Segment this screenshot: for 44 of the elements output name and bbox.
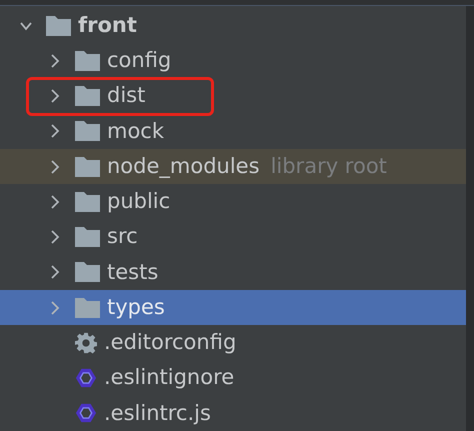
chevron-right-icon[interactable] xyxy=(49,124,61,138)
folder-icon xyxy=(75,298,100,318)
item-name: .eslintrc.js xyxy=(104,400,211,427)
tree-row[interactable]: src xyxy=(0,220,466,255)
item-name: .eslintignore xyxy=(104,364,234,392)
chevron-right-icon[interactable] xyxy=(49,160,61,174)
folder-icon xyxy=(75,227,100,248)
chevron-right-icon[interactable] xyxy=(49,230,61,244)
item-name: mock xyxy=(107,118,164,145)
tree-row[interactable]: public xyxy=(0,184,466,220)
tree-row[interactable]: front xyxy=(0,8,466,44)
tree-row[interactable]: .eslintignore xyxy=(0,360,466,396)
folder-icon xyxy=(75,262,100,282)
folder-icon xyxy=(75,192,100,212)
item-name: dist xyxy=(107,82,146,110)
folder-icon xyxy=(75,50,100,71)
tree-row[interactable]: mock xyxy=(0,114,466,149)
item-name: front xyxy=(78,12,137,39)
folder-icon xyxy=(75,121,100,142)
chevron-right-icon[interactable] xyxy=(49,265,61,280)
hexagon-icon xyxy=(75,367,97,390)
tree-row[interactable]: types xyxy=(0,290,466,326)
folder-icon xyxy=(75,156,100,177)
tree-row[interactable]: .editorconfig xyxy=(0,325,466,360)
tree-row[interactable]: config xyxy=(0,43,466,78)
item-note: library root xyxy=(270,152,387,180)
item-name: types xyxy=(107,294,165,321)
item-name: .editorconfig xyxy=(104,329,236,356)
tree-row[interactable]: node_modules library root xyxy=(0,149,466,184)
chevron-right-icon[interactable] xyxy=(49,89,61,104)
item-name: node_modules xyxy=(107,152,260,180)
folder-icon xyxy=(46,16,71,36)
gear-icon xyxy=(75,332,97,354)
chevron-right-icon[interactable] xyxy=(49,194,61,209)
item-name: public xyxy=(107,188,170,216)
item-name: config xyxy=(107,47,172,74)
folder-icon xyxy=(75,86,100,106)
item-name: src xyxy=(107,223,138,250)
tree-row[interactable]: .eslintrc.js xyxy=(0,396,466,431)
item-name: tests xyxy=(107,258,158,286)
chevron-right-icon[interactable] xyxy=(49,54,61,68)
tree-row[interactable]: dist xyxy=(0,78,466,114)
hexagon-icon xyxy=(75,402,97,424)
tree-row[interactable]: tests xyxy=(0,254,466,290)
